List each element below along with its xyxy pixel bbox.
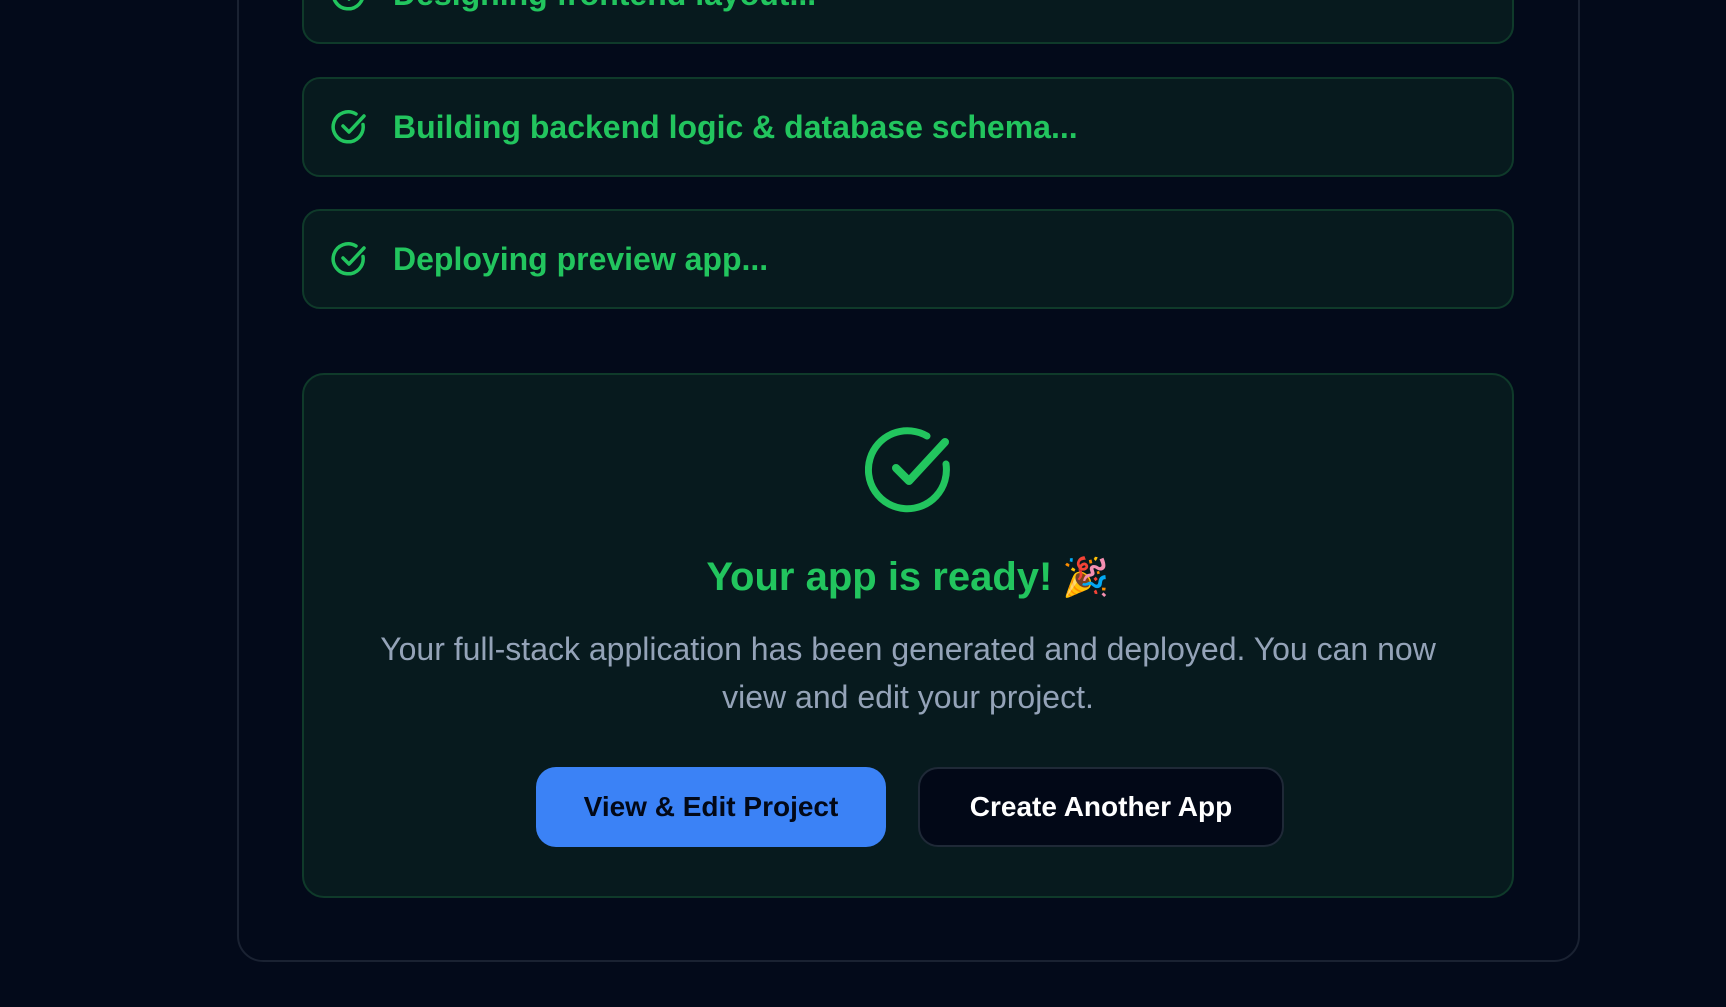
party-popper-icon: 🎉 xyxy=(1062,557,1110,599)
step-item-deploy: Deploying preview app... xyxy=(302,209,1514,309)
view-edit-project-button[interactable]: View & Edit Project xyxy=(536,767,886,847)
success-title-text: Your app is ready! xyxy=(706,555,1053,599)
check-circle-icon xyxy=(332,0,364,11)
step-item-backend: Building backend logic & database schema… xyxy=(302,77,1514,177)
step-label: Deploying preview app... xyxy=(393,240,769,277)
step-label: Designing frontend layout... xyxy=(393,0,816,13)
success-description: Your full-stack application has been gen… xyxy=(380,631,1436,715)
success-panel: Your app is ready! 🎉 Your full-stack appl… xyxy=(302,373,1514,898)
check-circle-icon xyxy=(865,427,950,513)
create-another-app-button[interactable]: Create Another App xyxy=(918,767,1284,847)
check-circle-icon xyxy=(331,110,366,144)
check-circle-icon xyxy=(331,242,366,276)
step-label: Building backend logic & database schema… xyxy=(393,108,1078,145)
success-title: Your app is ready! 🎉 xyxy=(304,555,1512,600)
step-item-frontend: Designing frontend layout... xyxy=(302,0,1514,44)
